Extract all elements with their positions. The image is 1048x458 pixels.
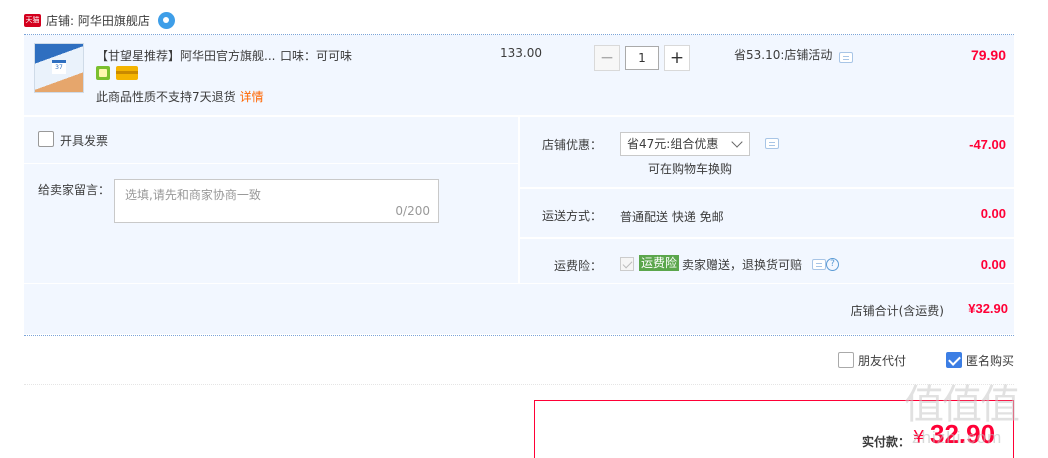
return-policy-note: 此商品性质不支持7天退货 详情 <box>96 88 264 105</box>
thumbnail-calendar-icon: 37 <box>52 60 66 74</box>
friend-pay-option[interactable]: 朋友代付 <box>838 352 906 368</box>
order-item-row: 37 【甘望星推荐】阿华田官方旗舰... 口味：可可味 此商品性质不支持7天退货… <box>24 35 1014 115</box>
insurance-comment-icon[interactable] <box>812 259 826 270</box>
payment-label: 实付款： <box>862 435 911 449</box>
shipping-amount: 0.00 <box>980 206 1006 221</box>
shipping-method: 普通配送 快递 免邮 <box>620 210 724 224</box>
shipping-insurance-amount: 0.00 <box>980 257 1006 272</box>
friend-pay-checkbox[interactable] <box>838 352 854 368</box>
shop-name[interactable]: 店铺: 阿华田旗舰店 <box>46 12 150 29</box>
guarantee-badge-icon[interactable] <box>96 66 110 80</box>
item-promotion: 省53.10:店铺活动 <box>734 48 833 62</box>
divider <box>24 335 1014 336</box>
product-sku: 口味：可可味 <box>280 49 353 63</box>
invoice-checkbox[interactable] <box>38 131 54 147</box>
store-discount-amount: -47.00 <box>969 137 1006 152</box>
store-subtotal-amount: ¥32.90 <box>968 301 1008 316</box>
product-title[interactable]: 【甘望星推荐】阿华田官方旗舰... <box>96 47 275 64</box>
store-subtotal-bar: 店铺合计(含运费) ¥32.90 <box>24 284 1014 334</box>
tmall-logo-icon: 天猫 <box>24 13 41 27</box>
product-thumbnail[interactable]: 37 <box>34 43 84 93</box>
chevron-down-icon <box>731 136 743 148</box>
cart-exchange-note: 可在购物车换购 <box>648 162 733 176</box>
currency-symbol: ¥ <box>913 427 925 448</box>
shipping-insurance-checkbox <box>620 257 634 271</box>
shipping-insurance-tag: 运费险 <box>639 255 680 271</box>
invoice-label[interactable]: 开具发票 <box>60 132 108 149</box>
seller-message-label: 给卖家留言： <box>38 183 111 197</box>
anonymous-purchase-label[interactable]: 匿名购买 <box>966 352 1014 369</box>
store-discount-select[interactable]: 省47元:组合优惠 <box>620 132 750 156</box>
shop-header: 天猫 店铺: 阿华田旗舰店 <box>24 10 175 30</box>
unit-price: 133.00 <box>500 46 542 60</box>
shipping-insurance-label: 运费险： <box>553 259 602 273</box>
seller-message-placeholder: 选填,请先和商家协商一致 <box>125 188 261 202</box>
payment-amount: 32.90 <box>930 419 996 449</box>
store-discount-label: 店铺优惠： <box>541 138 602 152</box>
discount-comment-icon[interactable] <box>765 138 779 149</box>
shipping-insurance-text: 卖家赠送，退换货可赔 <box>682 258 803 272</box>
anonymous-purchase-checkbox[interactable] <box>946 352 962 368</box>
quantity-decrease-button[interactable]: − <box>594 45 620 71</box>
store-discount-row: 店铺优惠： 省47元:组合优惠 可在购物车换购 -47.00 <box>520 117 1014 187</box>
quantity-input[interactable]: 1 <box>625 46 659 70</box>
item-total-price: 79.90 <box>970 47 1006 63</box>
buyer-options-panel: 开具发票 给卖家留言： 选填,请先和商家协商一致 0/200 <box>24 117 518 283</box>
store-subtotal-label: 店铺合计(含运费) <box>850 304 944 318</box>
seller-message-input[interactable]: 选填,请先和商家协商一致 0/200 <box>114 179 439 223</box>
payment-summary-box: 实付款： ¥ 32.90 <box>534 400 1014 458</box>
help-icon[interactable]: ? <box>826 258 839 271</box>
return-policy-text: 此商品性质不支持7天退货 <box>96 90 236 104</box>
quantity-stepper: − 1 + <box>594 45 690 71</box>
credit-card-badge-icon[interactable] <box>116 66 138 80</box>
friend-pay-label[interactable]: 朋友代付 <box>858 352 906 369</box>
wangwang-chat-icon[interactable] <box>157 11 175 29</box>
seller-message-counter: 0/200 <box>395 204 430 218</box>
quantity-increase-button[interactable]: + <box>664 45 690 71</box>
shipping-label: 运送方式： <box>541 209 602 223</box>
anonymous-purchase-option[interactable]: 匿名购买 <box>946 352 1014 368</box>
store-discount-selected: 省47元:组合优惠 <box>627 137 719 151</box>
shipping-row: 运送方式： 普通配送 快递 免邮 0.00 <box>520 189 1014 237</box>
promotion-comment-icon[interactable] <box>839 52 853 63</box>
divider <box>24 163 518 164</box>
order-fees-panel: 店铺优惠： 省47元:组合优惠 可在购物车换购 -47.00 运送方式： 普通配… <box>520 117 1014 283</box>
shipping-insurance-row: 运费险： 运费险 卖家赠送，退换货可赔 ? 0.00 <box>520 239 1014 283</box>
divider <box>24 384 1014 385</box>
return-policy-detail-link[interactable]: 详情 <box>240 90 264 104</box>
